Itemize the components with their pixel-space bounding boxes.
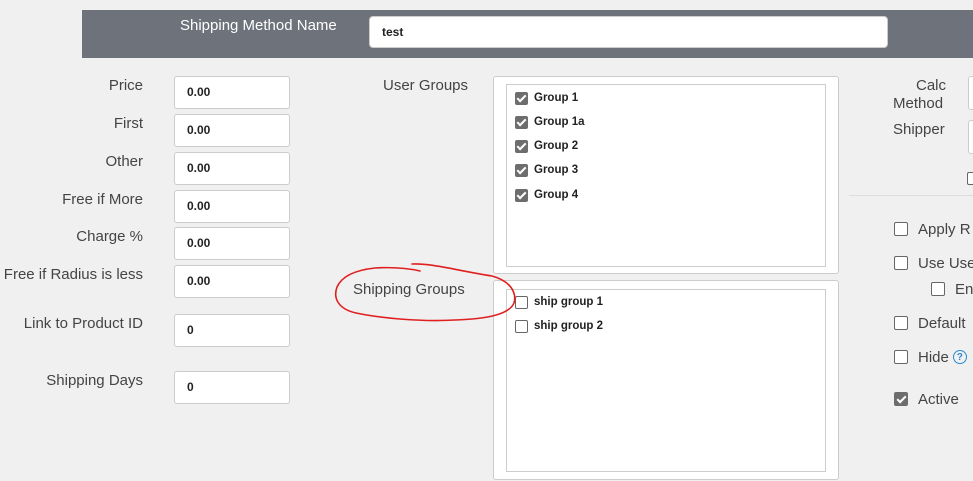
free-if-radius-input[interactable]: 0.00 bbox=[174, 265, 290, 298]
right-divider bbox=[849, 195, 973, 196]
apply-row[interactable]: Apply R bbox=[894, 220, 971, 238]
checkbox-checked[interactable] bbox=[515, 91, 528, 105]
user-groups-list[interactable]: Group 1 Group 1a Group 2 Group 3 Group 4 bbox=[506, 84, 826, 267]
user-group-label: Group 2 bbox=[534, 140, 579, 152]
user-group-item[interactable]: Group 1 bbox=[515, 90, 578, 106]
user-group-label: Group 4 bbox=[534, 189, 579, 201]
link-to-product-id-label: Link to Product ID bbox=[23, 315, 143, 332]
other-input[interactable]: 0.00 bbox=[174, 152, 290, 185]
user-group-item[interactable]: Group 1a bbox=[515, 114, 584, 130]
shipping-group-item[interactable]: ship group 2 bbox=[515, 318, 603, 334]
en-row[interactable]: En bbox=[931, 280, 973, 298]
partial-checkbox[interactable] bbox=[967, 172, 973, 185]
shipping-groups-list[interactable]: ship group 1 ship group 2 bbox=[506, 289, 826, 472]
user-groups-box: Group 1 Group 1a Group 2 Group 3 Group 4 bbox=[493, 76, 839, 274]
user-group-item[interactable]: Group 2 bbox=[515, 138, 578, 154]
apply-checkbox[interactable] bbox=[894, 222, 908, 236]
first-label: First bbox=[113, 115, 143, 132]
default-label: Default bbox=[918, 314, 966, 332]
calc-method-label-line2: Method bbox=[893, 95, 944, 112]
calc-method-select[interactable] bbox=[968, 76, 973, 110]
shipping-groups-label: Shipping Groups bbox=[353, 281, 465, 298]
checkbox-checked[interactable] bbox=[515, 163, 528, 177]
default-row[interactable]: Default bbox=[894, 314, 966, 332]
shipper-label: Shipper bbox=[893, 121, 945, 138]
user-group-label: Group 3 bbox=[534, 164, 579, 176]
shipping-days-input[interactable]: 0 bbox=[174, 371, 290, 404]
use-user-checkbox[interactable] bbox=[894, 256, 908, 270]
calc-method-label-line1: Calc bbox=[916, 77, 947, 94]
hide-row[interactable]: Hide ? bbox=[894, 348, 967, 366]
active-label: Active bbox=[918, 390, 959, 408]
en-checkbox[interactable] bbox=[931, 282, 945, 296]
shipping-group-label: ship group 2 bbox=[534, 320, 603, 332]
shipper-select[interactable] bbox=[968, 120, 973, 154]
use-user-row[interactable]: Use Use bbox=[894, 254, 973, 272]
charge-percent-label: Charge % bbox=[76, 228, 143, 245]
hide-label: Hide bbox=[918, 348, 949, 366]
user-group-label: Group 1a bbox=[534, 116, 585, 128]
charge-percent-input[interactable]: 0.00 bbox=[174, 227, 290, 260]
help-icon[interactable]: ? bbox=[952, 350, 967, 364]
shipping-group-item[interactable]: ship group 1 bbox=[515, 294, 603, 310]
price-input[interactable]: 0.00 bbox=[174, 76, 290, 109]
en-label: En bbox=[955, 280, 973, 298]
checkbox-checked[interactable] bbox=[515, 188, 528, 202]
other-label: Other bbox=[105, 153, 143, 170]
checkbox-unchecked[interactable] bbox=[515, 319, 528, 333]
user-groups-label: User Groups bbox=[383, 77, 469, 94]
user-group-item[interactable]: Group 3 bbox=[515, 162, 578, 178]
checkbox-checked[interactable] bbox=[515, 115, 528, 129]
active-checkbox[interactable] bbox=[894, 392, 908, 406]
checkbox-unchecked[interactable] bbox=[515, 295, 528, 309]
free-if-radius-label: Free if Radius is less bbox=[3, 266, 143, 283]
shipping-days-label: Shipping Days bbox=[46, 372, 143, 389]
user-group-label: Group 1 bbox=[534, 92, 579, 104]
user-group-item[interactable]: Group 4 bbox=[515, 187, 578, 203]
use-user-label: Use Use bbox=[918, 254, 973, 272]
apply-label: Apply R bbox=[918, 220, 971, 238]
checkbox-checked[interactable] bbox=[515, 139, 528, 153]
shipping-method-name-label: Shipping Method Name bbox=[180, 17, 337, 34]
shipping-method-name-input[interactable]: test bbox=[369, 16, 888, 48]
price-label: Price bbox=[108, 77, 143, 94]
free-if-more-label: Free if More bbox=[62, 191, 143, 208]
first-input[interactable]: 0.00 bbox=[174, 114, 290, 147]
hide-checkbox[interactable] bbox=[894, 350, 908, 364]
active-row[interactable]: Active bbox=[894, 390, 959, 408]
free-if-more-input[interactable]: 0.00 bbox=[174, 190, 290, 223]
link-to-product-id-input[interactable]: 0 bbox=[174, 314, 290, 347]
shipping-groups-box: ship group 1 ship group 2 bbox=[493, 280, 839, 480]
default-checkbox[interactable] bbox=[894, 316, 908, 330]
shipping-group-label: ship group 1 bbox=[534, 296, 603, 308]
